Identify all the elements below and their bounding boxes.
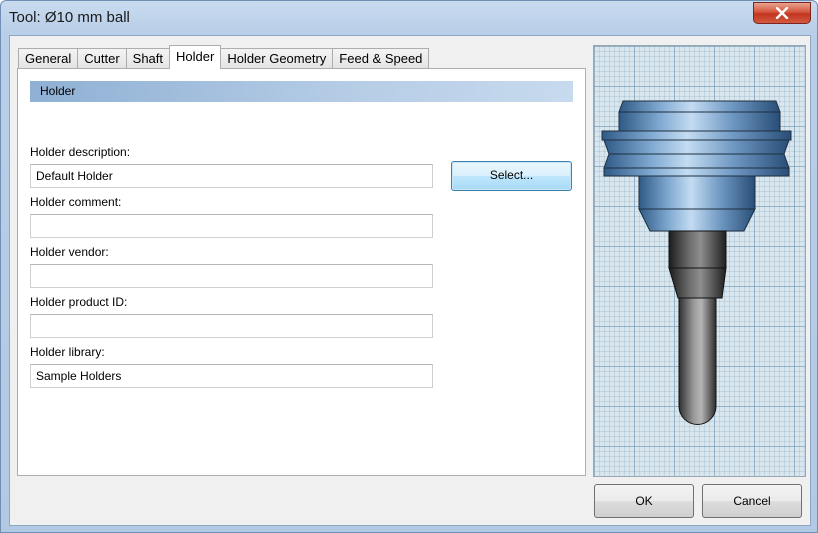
holder-comment-input[interactable]: [30, 214, 433, 238]
tool-preview: [593, 45, 806, 477]
tab-shaft[interactable]: Shaft: [125, 48, 171, 69]
tool-holder-illustration: [601, 100, 792, 425]
tool-dialog-window: Tool: Ø10 mm ball General Cutter Shaft H…: [0, 0, 818, 533]
close-icon: [775, 7, 789, 19]
holder-description-input[interactable]: [30, 164, 433, 188]
holder-library-label: Holder library:: [30, 345, 105, 359]
holder-library-input[interactable]: [30, 364, 433, 388]
section-title: Holder: [40, 84, 76, 98]
tab-cutter[interactable]: Cutter: [77, 48, 127, 69]
holder-vendor-label: Holder vendor:: [30, 245, 109, 259]
cancel-button[interactable]: Cancel: [702, 484, 802, 518]
window-title: Tool: Ø10 mm ball: [9, 9, 130, 26]
section-header: Holder: [30, 81, 573, 102]
tab-feed-speed[interactable]: Feed & Speed: [332, 48, 430, 69]
title-bar[interactable]: Tool: Ø10 mm ball: [1, 1, 817, 35]
holder-comment-label: Holder comment:: [30, 195, 122, 209]
holder-product-id-input[interactable]: [30, 314, 433, 338]
select-holder-button[interactable]: Select...: [451, 161, 572, 191]
tab-holder-geometry[interactable]: Holder Geometry: [220, 48, 334, 69]
close-button[interactable]: [753, 2, 811, 24]
holder-vendor-input[interactable]: [30, 264, 433, 288]
holder-description-label: Holder description:: [30, 145, 131, 159]
tab-general[interactable]: General: [18, 48, 79, 69]
tab-strip: General Cutter Shaft Holder Holder Geome…: [18, 45, 430, 69]
dialog-client-area: General Cutter Shaft Holder Holder Geome…: [9, 35, 811, 526]
holder-product-id-label: Holder product ID:: [30, 295, 128, 309]
ok-button[interactable]: OK: [594, 484, 694, 518]
holder-tab-panel: Holder Holder description: Select... Hol…: [17, 68, 586, 476]
tab-holder[interactable]: Holder: [169, 45, 222, 69]
